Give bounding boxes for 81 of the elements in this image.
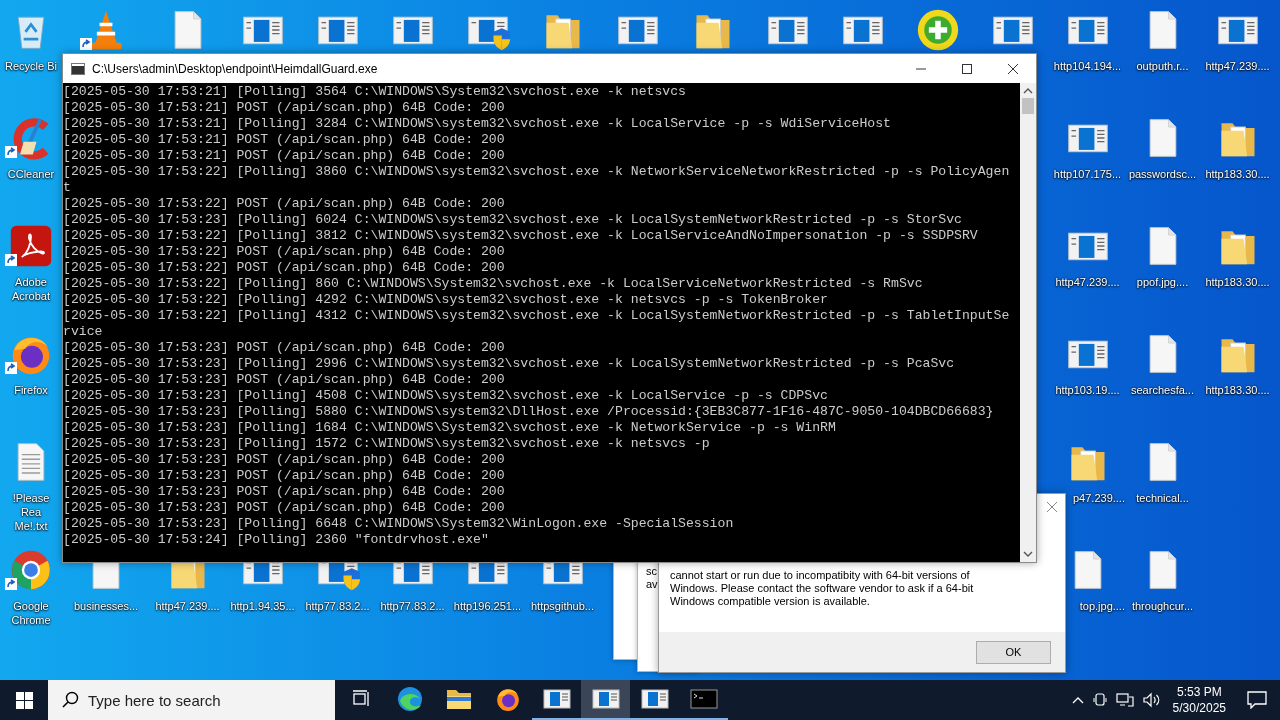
icon-label[interactable]: ppof.jpg.... — [1136, 275, 1189, 289]
console-line: [2025-05-30 17:53:21] POST (/api/scan.php) 64B Code: 200 — [63, 132, 506, 148]
taskbar-button[interactable] — [581, 680, 630, 720]
console-line: [2025-05-30 17:53:23] [Polling] 6024 C:\WINDOWS\system32\svchost.exe -k LocalSystemNetworkRestricted -p -s StorSvc — [63, 212, 963, 228]
network-icon[interactable] — [1115, 692, 1134, 708]
icon-label[interactable]: http183.30.... — [1205, 167, 1270, 181]
clock-time[interactable]: 5:53 PM — [1172, 684, 1226, 700]
chevron-up-icon[interactable] — [1071, 696, 1084, 704]
icon-label[interactable]: technical... — [1136, 491, 1189, 505]
plus-circle-icon — [915, 8, 960, 52]
search-field[interactable]: Type here to search — [48, 680, 335, 720]
console-line: [2025-05-30 17:53:22] [Polling] 3812 C:\WINDOWS\system32\svchost.exe -k LocalServiceAndNoImpersonation -p -s SSDPSRV — [63, 228, 979, 244]
console-line: [2025-05-30 17:53:23] POST (/api/scan.php) 64B Code: 200 — [63, 340, 506, 356]
icon-label[interactable]: http47.239.... — [155, 599, 220, 613]
icon-label[interactable]: p47.239.... — [1073, 491, 1125, 505]
console-line: [2025-05-30 17:53:22] POST (/api/scan.php) 64B Code: 200 — [63, 260, 506, 276]
icon-label[interactable]: top.jpg.... — [1079, 599, 1125, 613]
console-line: [2025-05-30 17:53:23] POST (/api/scan.php) 64B Code: 200 — [63, 484, 506, 500]
icon-label[interactable]: searchesfa... — [1131, 383, 1194, 397]
console-line: [2025-05-30 17:53:23] POST (/api/scan.php) 64B Code: 200 — [63, 452, 506, 468]
icon-label[interactable]: http1.94.35... — [230, 599, 295, 613]
console-line: [2025-05-30 17:53:21] [Polling] 3284 C:\WINDOWS\system32\svchost.exe -k LocalService -p -s WdiServiceHost — [63, 116, 892, 132]
app-window-icon[interactable] — [591, 688, 620, 710]
icon-label[interactable]: passwordsc... — [1128, 167, 1197, 181]
scroll-up-icon[interactable] — [1023, 87, 1033, 95]
icon-label[interactable]: http103.19.... — [1055, 383, 1120, 397]
icon-label[interactable]: http47.239.... — [1055, 275, 1120, 289]
icon-label[interactable]: http183.30.... — [1205, 383, 1270, 397]
icon-label[interactable]: httpsgithub... — [531, 599, 594, 613]
console-line: [2025-05-30 17:53:23] [Polling] 5880 C:\WINDOWS\system32\DllHost.exe /Processid:{3EB3C877-1F16-487C-9050-104DBCD66683} — [63, 404, 995, 420]
console-line: [2025-05-30 17:53:22] POST (/api/scan.php) 64B Code: 200 — [63, 196, 506, 212]
notification-icon[interactable] — [1247, 691, 1267, 709]
console-icon — [71, 62, 85, 75]
icon-label[interactable]: http104.194... — [1053, 59, 1122, 73]
icon-label[interactable]: outputh.r... — [1136, 59, 1189, 73]
console-line: [2025-05-30 17:53:22] [Polling] 4292 C:\WINDOWS\system32\svchost.exe -k netsvcs -p -s TokenBroker — [63, 292, 829, 308]
console-line: [2025-05-30 17:53:23] [Polling] 2996 C:\WINDOWS\system32\svchost.exe -k LocalSystemNetworkRestricted -p -s PcaSvc — [63, 356, 956, 372]
app-window-icon[interactable] — [542, 688, 571, 710]
edge-browser-icon[interactable] — [396, 686, 423, 712]
browser-icon — [9, 548, 53, 592]
console-line: [2025-05-30 17:53:23] [Polling] 6648 C:\WINDOWS\System32\WinLogon.exe -SpecialSession — [63, 516, 735, 532]
terminal-icon[interactable] — [689, 688, 718, 710]
console-line: [2025-05-30 17:53:21] POST (/api/scan.php) 64B Code: 200 — [63, 148, 506, 164]
dialog-text: sc — [646, 565, 657, 578]
window-title: C:\Users\admin\Desktop\endpoint\HeimdallGuard.exe — [92, 61, 379, 76]
icon-label[interactable]: http77.83.2... — [305, 599, 370, 613]
console-line: [2025-05-30 17:53:22] [Polling] 4312 C:\WINDOWS\system32\svchost.exe -k LocalSystemNetworkRestricted -p -s TabletInputService — [63, 308, 1010, 340]
app-window-icon[interactable] — [640, 688, 669, 710]
console-line: [2025-05-30 17:53:24] [Polling] 2360 "fontdrvhost.exe" — [63, 532, 490, 548]
console-line: [2025-05-30 17:53:22] [Polling] 3860 C:\WINDOWS\system32\svchost.exe -k NetworkServiceNetworkRestricted -p -s PolicyAgent — [63, 164, 1010, 196]
icon-label[interactable]: http107.175... — [1053, 167, 1122, 181]
clock-date[interactable]: 5/30/2025 — [1172, 700, 1226, 716]
icon-label[interactable]: http183.30.... — [1205, 275, 1270, 289]
console-line: [2025-05-30 17:53:21] [Polling] 3564 C:\WINDOWS\System32\svchost.exe -k netsvcs — [63, 84, 687, 100]
task-view-icon[interactable] — [350, 690, 371, 708]
console-line: [2025-05-30 17:53:22] [Polling] 860 C:\WINDOWS\System32\svchost.exe -k LocalServiceNetworkRestricted -s RmSvc — [63, 276, 924, 292]
device-icon[interactable] — [1092, 692, 1107, 708]
icon-label[interactable]: http196.251... — [453, 599, 522, 613]
speaker-icon[interactable] — [1142, 692, 1161, 708]
browser-icon[interactable] — [494, 686, 521, 712]
icon-label[interactable]: http47.239.... — [1205, 59, 1270, 73]
dialog-text: av — [646, 578, 658, 591]
console-line: [2025-05-30 17:53:22] POST (/api/scan.php) 64B Code: 200 — [63, 244, 506, 260]
console-line: [2025-05-30 17:53:23] POST (/api/scan.php) 64B Code: 200 — [63, 372, 506, 388]
icon-label[interactable]: http77.83.2... — [380, 599, 445, 613]
folder-icon[interactable] — [445, 688, 472, 710]
scrollbar[interactable] — [1020, 83, 1036, 562]
console-line: [2025-05-30 17:53:23] [Polling] 1684 C:\WINDOWS\System32\svchost.exe -k NetworkService -p -s WinRM — [63, 420, 837, 436]
icon-label[interactable]: throughcur... — [1131, 599, 1194, 613]
windows-start-icon[interactable] — [15, 691, 33, 709]
error-message: cannot start or run due to incompatibity with 64-bit versions of Windows. Please contact the software vendor to ask if a 64-bit Windows compatible version is available. — [670, 569, 975, 609]
console-line: [2025-05-30 17:53:23] POST (/api/scan.php) 64B Code: 200 — [63, 500, 506, 516]
scroll-thumb[interactable] — [1022, 98, 1034, 114]
scroll-down-icon[interactable] — [1023, 550, 1033, 558]
console-line: [2025-05-30 17:53:23] [Polling] 4508 C:\WINDOWS\system32\svchost.exe -k LocalService -p -s CDPSvc — [63, 388, 829, 404]
ok-button[interactable]: OK — [976, 640, 1051, 664]
search-icon — [62, 691, 79, 708]
pdf-app-icon — [9, 224, 53, 268]
console-line: [2025-05-30 17:53:21] POST (/api/scan.php) 64B Code: 200 — [63, 100, 506, 116]
console-line: [2025-05-30 17:53:23] [Polling] 1572 C:\WINDOWS\system32\svchost.exe -k netsvcs -p — [63, 436, 711, 452]
console-line: [2025-05-30 17:53:23] POST (/api/scan.php) 64B Code: 200 — [63, 468, 506, 484]
